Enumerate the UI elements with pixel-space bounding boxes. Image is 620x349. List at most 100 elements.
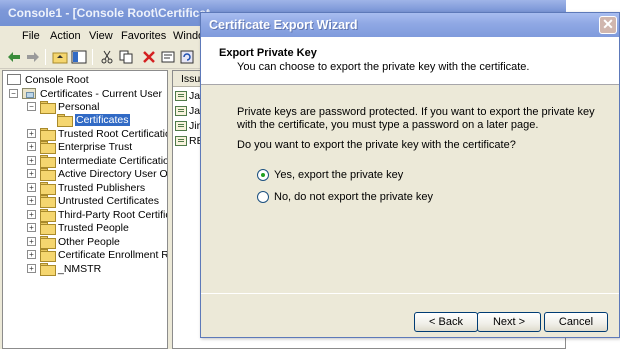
- tree-item-label-selected: Certificates: [75, 113, 130, 126]
- question-label: Do you want to export the private key wi…: [237, 139, 516, 151]
- tree-item-label: Trusted Publishers: [58, 181, 146, 194]
- wizard-titlebar[interactable]: Certificate Export Wizard ✕: [201, 13, 619, 37]
- radio-button[interactable]: [257, 191, 269, 203]
- tree-item-label: Third-Party Root Certificatio: [58, 208, 167, 221]
- expand-icon[interactable]: +: [27, 129, 36, 138]
- expand-icon[interactable]: +: [27, 142, 36, 151]
- cancel-button[interactable]: Cancel: [544, 312, 608, 332]
- tree-item-store[interactable]: + Intermediate Certification A: [27, 154, 167, 168]
- refresh-icon[interactable]: [178, 48, 196, 66]
- back-button[interactable]: < Back: [414, 312, 478, 332]
- tree-item-personal[interactable]: − Personal: [27, 100, 100, 114]
- certificate-snapin-icon: [22, 88, 36, 99]
- tree-item-label: Console Root: [25, 73, 89, 86]
- back-arrow-icon[interactable]: [5, 48, 23, 66]
- radio-label: Yes, export the private key: [274, 169, 404, 181]
- wizard-title: Certificate Export Wizard: [209, 18, 358, 32]
- cut-icon[interactable]: [98, 48, 116, 66]
- open-folder-icon: [40, 101, 56, 114]
- wizard-body: Private keys are password protected. If …: [201, 86, 619, 286]
- folder-icon: [40, 182, 56, 195]
- properties-icon[interactable]: [159, 48, 177, 66]
- console-tree[interactable]: Console Root − Certificates - Current Us…: [2, 70, 168, 349]
- copy-icon[interactable]: [117, 48, 135, 66]
- menu-favorites[interactable]: Favorites: [121, 30, 166, 42]
- menu-view[interactable]: View: [89, 30, 113, 42]
- button-divider: [201, 293, 619, 294]
- wizard-header: Export Private Key You can choose to exp…: [201, 37, 619, 85]
- menu-action[interactable]: Action: [50, 30, 81, 42]
- expand-icon[interactable]: +: [27, 210, 36, 219]
- tree-item-label: Personal: [58, 100, 100, 113]
- list-item-label: Ja: [189, 105, 201, 117]
- collapse-icon[interactable]: −: [9, 89, 18, 98]
- tree-item-store[interactable]: + Trusted Root Certification A: [27, 127, 167, 141]
- forward-arrow-icon[interactable]: [24, 48, 42, 66]
- expand-icon[interactable]: +: [27, 169, 36, 178]
- tree-item-certificates-current-user[interactable]: − Certificates - Current User: [9, 87, 162, 100]
- list-item-label: Jir: [189, 120, 201, 132]
- folder-icon: [40, 141, 56, 154]
- page-title: Export Private Key: [219, 47, 317, 59]
- collapse-icon[interactable]: −: [27, 102, 36, 111]
- expand-icon[interactable]: +: [27, 196, 36, 205]
- tree-item-store[interactable]: + Certificate Enrollment Requ: [27, 248, 167, 262]
- column-issued-to: Issu: [181, 73, 201, 85]
- folder-icon: [40, 222, 56, 235]
- expand-icon[interactable]: +: [27, 156, 36, 165]
- radio-button-selected[interactable]: [257, 169, 269, 181]
- info-paragraph: Private keys are password protected. If …: [237, 106, 595, 131]
- folder-icon: [40, 168, 56, 181]
- export-key-yes-option[interactable]: Yes, export the private key: [257, 169, 403, 181]
- show-tree-icon[interactable]: [70, 48, 88, 66]
- tree-item-label: _NMSTR: [58, 262, 102, 275]
- certificate-icon: [175, 121, 187, 131]
- expand-icon[interactable]: +: [27, 223, 36, 232]
- list-item[interactable]: Jir: [175, 119, 200, 133]
- tree-item-console-root[interactable]: Console Root: [7, 73, 89, 86]
- toolbar-separator: [92, 49, 93, 65]
- tree-item-store[interactable]: + Enterprise Trust: [27, 140, 133, 154]
- folder-icon: [40, 236, 56, 249]
- export-key-no-option[interactable]: No, do not export the private key: [257, 191, 433, 203]
- expand-icon[interactable]: +: [27, 264, 36, 273]
- expand-icon[interactable]: +: [27, 183, 36, 192]
- tree-item-certificates[interactable]: Certificates: [57, 113, 130, 127]
- tree-item-label: Active Directory User Objec: [58, 167, 168, 180]
- tree-item-store[interactable]: + _NMSTR: [27, 262, 102, 276]
- up-folder-icon[interactable]: [51, 48, 69, 66]
- mmc-window-title: Console1 - [Console Root\Certificat: [8, 6, 211, 20]
- certificate-icon: [175, 136, 187, 146]
- tree-item-store[interactable]: + Third-Party Root Certificatio: [27, 208, 167, 222]
- tree-item-label: Trusted Root Certification A: [58, 127, 167, 140]
- tree-item-label: Certificate Enrollment Requ: [58, 248, 167, 261]
- list-item[interactable]: Ja: [175, 89, 200, 103]
- radio-label: No, do not export the private key: [274, 191, 433, 203]
- tree-item-store[interactable]: + Other People: [27, 235, 120, 249]
- toolbar-separator: [45, 49, 46, 65]
- delete-icon[interactable]: [140, 48, 158, 66]
- list-item-label: Ja: [189, 90, 201, 102]
- tree-item-store[interactable]: + Trusted People: [27, 221, 129, 235]
- tree-item-label: Enterprise Trust: [58, 140, 133, 153]
- menu-file[interactable]: File: [22, 30, 40, 42]
- expand-icon[interactable]: +: [27, 237, 36, 246]
- close-icon: ✕: [602, 16, 614, 32]
- folder-icon: [40, 263, 56, 276]
- tree-item-store[interactable]: + Trusted Publishers: [27, 181, 146, 195]
- tree-item-store[interactable]: + Active Directory User Objec: [27, 167, 168, 181]
- close-button[interactable]: ✕: [599, 16, 617, 34]
- folder-icon: [40, 209, 56, 222]
- list-item[interactable]: Ja: [175, 104, 200, 118]
- folder-icon: [40, 128, 56, 141]
- page-subtitle: You can choose to export the private key…: [237, 61, 530, 73]
- expand-icon[interactable]: +: [27, 250, 36, 259]
- certificate-export-wizard: Certificate Export Wizard ✕ Export Priva…: [200, 12, 620, 338]
- certificate-icon: [175, 106, 187, 116]
- tree-item-label: Intermediate Certification A: [58, 154, 167, 167]
- tree-item-store[interactable]: + Untrusted Certificates: [27, 194, 159, 208]
- folder-icon: [40, 195, 56, 208]
- next-button[interactable]: Next >: [477, 312, 541, 332]
- folder-icon: [40, 155, 56, 168]
- console-root-icon: [7, 74, 21, 85]
